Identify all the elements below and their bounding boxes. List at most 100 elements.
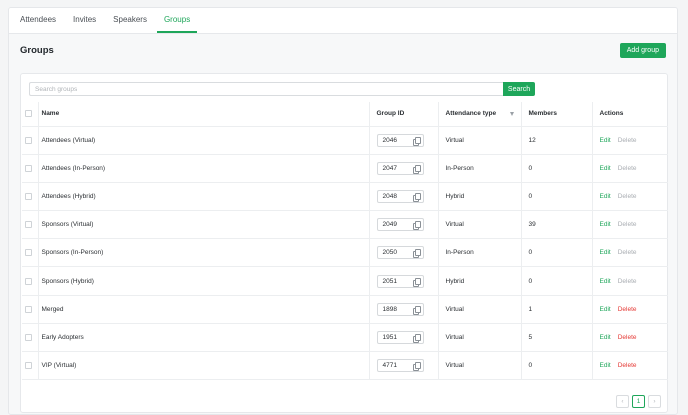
group-id-cell: 2047 [368,154,438,183]
delete-link[interactable]: Delete [618,249,637,256]
row-actions: Edit Delete [591,351,668,381]
copy-icon[interactable] [412,277,421,287]
delete-link[interactable]: Delete [618,278,637,285]
row-actions: Edit Delete [591,182,668,212]
edit-link[interactable]: Edit [600,306,611,313]
group-id-value: 1951 [382,333,397,341]
member-count: 0 [520,154,592,183]
group-id-cell: 2050 [368,238,438,268]
group-name: Attendees (Virtual) [37,126,369,155]
table-row: Attendees (Virtual) 2046 Virtual 12 Edit Dele… [22,126,668,155]
search-button[interactable]: Search [503,82,535,96]
column-header-group-id[interactable]: Group ID [368,102,438,127]
edit-link[interactable]: Edit [600,362,611,369]
group-id-field: 2051 [376,274,424,288]
copy-icon[interactable] [412,305,421,315]
row-checkbox[interactable] [25,164,32,172]
edit-link[interactable]: Edit [600,193,611,200]
delete-link[interactable]: Delete [618,137,637,144]
row-checkbox[interactable] [25,221,32,229]
member-count: 5 [520,323,592,353]
member-count: 0 [520,266,592,296]
search-input[interactable] [29,82,503,96]
group-id-value: 2049 [382,221,397,229]
row-checkbox[interactable] [25,192,32,200]
row-select-cell [22,154,38,183]
delete-link[interactable]: Delete [618,362,637,369]
edit-link[interactable]: Edit [600,334,611,341]
row-checkbox[interactable] [25,136,32,144]
row-select-cell [22,351,38,381]
group-id-field: 4771 [376,359,424,373]
row-checkbox[interactable] [25,249,32,257]
table-row: Merged 1898 Virtual 1 Edit Delete [22,295,668,324]
column-header-members[interactable]: Members [520,102,592,127]
copy-icon[interactable] [412,221,421,231]
copy-icon[interactable] [412,362,421,372]
search-bar: Search [21,82,667,96]
copy-icon[interactable] [412,333,421,343]
group-id-value: 2046 [382,136,397,144]
groups-table: Name Group ID Attendance type Members Ac… [22,102,668,381]
row-actions: Edit Delete [591,126,668,155]
row-select-cell [22,238,38,268]
group-name: Sponsors (In-Person) [37,238,369,268]
tab-attendees[interactable]: Attendees [13,8,63,33]
group-id-field: 2050 [376,246,424,260]
prev-page-button[interactable]: ‹ [616,395,629,408]
row-actions: Edit Delete [591,238,668,268]
group-id-value: 2051 [382,277,397,285]
attendance-type: Hybrid [437,182,521,212]
group-id-cell: 4771 [368,351,438,381]
table-header-row: Name Group ID Attendance type Members Ac… [22,102,668,127]
group-id-cell: 2046 [368,126,438,155]
app-frame: Attendees Invites Speakers Groups Groups Ad… [8,7,678,415]
attendance-type: Virtual [437,126,521,155]
group-id-cell: 2048 [368,182,438,212]
tab-groups[interactable]: Groups [156,8,198,33]
copy-icon[interactable] [412,249,421,259]
column-header-attendance: Attendance type [437,102,521,127]
group-name: Attendees (In-Person) [37,154,369,183]
row-actions: Edit Delete [591,266,668,296]
group-id-value: 2050 [382,249,397,257]
attendance-type: Virtual [437,210,521,240]
delete-link[interactable]: Delete [618,334,637,341]
column-header-name[interactable]: Name [37,102,369,127]
group-id-field: 2048 [376,189,424,203]
edit-link[interactable]: Edit [600,165,611,172]
copy-icon[interactable] [412,192,421,202]
filter-icon[interactable] [509,111,514,116]
tab-invites[interactable]: Invites [66,8,103,33]
delete-link[interactable]: Delete [618,306,637,313]
select-all-checkbox[interactable] [25,110,32,118]
page-button-current[interactable]: 1 [632,395,645,408]
row-checkbox[interactable] [25,333,32,341]
row-checkbox[interactable] [25,305,32,313]
select-all-cell [22,102,38,127]
tab-speakers[interactable]: Speakers [106,8,154,33]
delete-link[interactable]: Delete [618,221,637,228]
row-select-cell [22,126,38,155]
delete-link[interactable]: Delete [618,165,637,172]
edit-link[interactable]: Edit [600,278,611,285]
group-id-cell: 2051 [368,266,438,296]
copy-icon[interactable] [412,164,421,174]
table-row: Sponsors (Hybrid) 2051 Hybrid 0 Edit Delete [22,266,668,296]
row-checkbox[interactable] [25,277,32,285]
group-id-field: 1951 [376,330,424,344]
row-checkbox[interactable] [25,362,32,370]
edit-link[interactable]: Edit [600,221,611,228]
member-count: 39 [520,210,592,240]
group-id-field: 2046 [376,133,424,147]
group-id-value: 1898 [382,305,397,313]
edit-link[interactable]: Edit [600,249,611,256]
add-group-button[interactable]: Add group [619,42,666,58]
row-select-cell [22,182,38,212]
edit-link[interactable]: Edit [600,137,611,144]
group-id-field: 1898 [376,302,424,316]
copy-icon[interactable] [412,136,421,146]
next-page-button[interactable]: › [648,395,661,408]
table-row: Sponsors (In-Person) 2050 In-Person 0 Edit De… [22,238,668,268]
delete-link[interactable]: Delete [618,193,637,200]
